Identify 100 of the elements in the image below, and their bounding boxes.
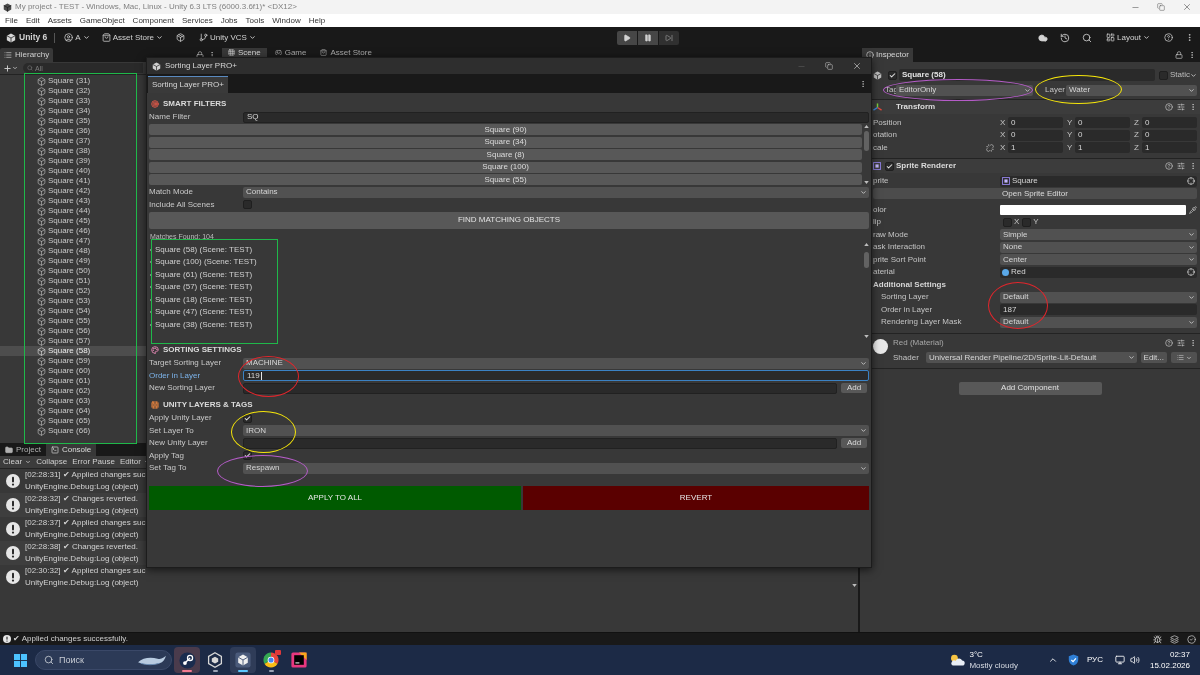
match-item[interactable]: Square (100) (Scene: TEST) [149, 256, 863, 269]
add-button[interactable]: Add [841, 438, 867, 448]
number-field[interactable]: 1 [1142, 142, 1197, 153]
dropdown[interactable]: Universal Render Pipeline/2D/Sprite-Lit-Default [926, 352, 1137, 363]
number-field[interactable]: 0 [1008, 129, 1063, 141]
more-icon[interactable] [859, 79, 867, 88]
toolbar-toggle[interactable]: Error Pause [72, 458, 115, 466]
search-box[interactable]: Поиск [35, 650, 172, 670]
add-button[interactable]: Add [841, 383, 867, 393]
checkbox[interactable] [1022, 217, 1032, 227]
log-message[interactable]: [02:30:32] ✔ Applied changes suc [25, 567, 146, 575]
menu-item[interactable]: Component [132, 16, 174, 25]
number-field[interactable]: 0 [1142, 129, 1197, 141]
panel-tab[interactable]: Game [268, 48, 313, 57]
cloud-icon[interactable] [1038, 32, 1048, 43]
toolbar-toggle[interactable]: Collapse [36, 458, 68, 466]
hierarchy-item[interactable]: Square (43) [0, 196, 146, 206]
monitor-icon[interactable] [1114, 655, 1125, 665]
hierarchy-item[interactable]: Square (35) [0, 116, 146, 126]
object-field[interactable]: Red [1000, 266, 1197, 278]
dropdown[interactable]: Water [1066, 84, 1197, 96]
vcs-dropdown[interactable]: Unity VCS [197, 30, 258, 45]
more-icon[interactable] [1185, 33, 1194, 42]
hierarchy-item[interactable]: Square (55) [0, 316, 146, 326]
bug-icon[interactable] [1153, 634, 1162, 644]
clock[interactable]: 02:37 15.02.2026 [1149, 649, 1190, 671]
help-icon[interactable] [1165, 162, 1173, 170]
menu-item[interactable]: Jobs [220, 16, 238, 25]
hierarchy-item[interactable]: Square (62) [0, 386, 146, 396]
number-field[interactable]: 0 [1075, 129, 1130, 141]
hierarchy-tab[interactable]: Hierarchy [0, 48, 54, 62]
list-dropdown[interactable] [1171, 352, 1197, 363]
hierarchy-item[interactable]: Square (66) [0, 426, 146, 436]
help-icon[interactable] [1165, 338, 1173, 347]
hierarchy-item[interactable]: Square (63) [0, 396, 146, 406]
name-field[interactable]: Square (58) [899, 69, 1155, 81]
find-button[interactable]: FIND MATCHING OBJECTS [149, 211, 869, 229]
text-field[interactable]: 119 [243, 370, 869, 381]
help-icon[interactable] [1165, 103, 1173, 111]
menu-item[interactable]: Help [308, 16, 326, 25]
checkbox[interactable] [885, 161, 894, 171]
number-field[interactable]: 187 [1000, 304, 1197, 315]
log-message[interactable]: [02:28:32] ✔ Changes reverted. [25, 495, 139, 503]
dropdown[interactable]: Respawn [243, 462, 869, 474]
target-icon[interactable] [1187, 177, 1195, 185]
inspector-tab[interactable]: Inspector [862, 48, 913, 62]
panel-tab[interactable]: Console [45, 444, 97, 456]
hierarchy-item[interactable]: Square (60) [0, 366, 146, 376]
panel-tab[interactable]: Scene [222, 48, 267, 57]
hierarchy-item[interactable]: Square (56) [0, 326, 146, 336]
unlink-icon[interactable] [986, 143, 994, 152]
apply-button[interactable]: APPLY TO ALL [149, 486, 521, 510]
suggestion-button[interactable]: Square (55) [149, 174, 862, 185]
more-icon[interactable] [1188, 51, 1196, 59]
dropdown[interactable]: Default [1000, 291, 1197, 303]
match-item[interactable]: Square (57) (Scene: TEST) [149, 281, 863, 294]
suggestion-button[interactable]: Square (90) [149, 124, 862, 135]
panel-tab[interactable]: Project [0, 444, 46, 456]
hierarchy-item[interactable]: Square (36) [0, 126, 146, 136]
dropdown[interactable]: Simple [1000, 229, 1197, 240]
hierarchy-item[interactable]: Square (53) [0, 296, 146, 306]
hierarchy-item[interactable]: Square (64) [0, 406, 146, 416]
match-item[interactable]: Square (18) (Scene: TEST) [149, 293, 863, 306]
match-item[interactable]: Square (58) (Scene: TEST) [149, 243, 863, 256]
taskbar-app-button[interactable] [174, 647, 200, 673]
hierarchy-item[interactable]: Square (58) [0, 346, 146, 356]
dropdown[interactable]: Default [1000, 316, 1197, 328]
menu-item[interactable]: Services [181, 16, 213, 25]
menu-item[interactable]: Window [272, 16, 301, 25]
menu-item[interactable]: Edit [25, 16, 40, 25]
hierarchy-item[interactable]: Square (44) [0, 206, 146, 216]
menu-item[interactable]: Assets [47, 16, 72, 25]
more-icon[interactable] [208, 51, 216, 59]
asset-store-dropdown[interactable]: Asset Store [99, 30, 166, 45]
suggestion-button[interactable]: Square (100) [149, 161, 862, 173]
match-item[interactable]: Square (47) (Scene: TEST) [149, 306, 863, 319]
window-tab[interactable]: Sorting Layer PRO+ [148, 76, 228, 93]
search-icon[interactable] [1082, 32, 1092, 43]
hierarchy-item[interactable]: Square (51) [0, 276, 146, 286]
dropdown[interactable]: EditorOnly [896, 84, 1033, 96]
hierarchy-item[interactable]: Square (46) [0, 226, 146, 236]
target-icon[interactable] [1187, 268, 1195, 276]
close-icon[interactable] [1182, 2, 1192, 12]
hierarchy-item[interactable]: Square (45) [0, 216, 146, 226]
layers-icon[interactable] [1170, 634, 1179, 644]
checkbox[interactable] [1003, 217, 1012, 227]
lock-icon[interactable] [1175, 51, 1183, 59]
scrollbar[interactable] [863, 124, 869, 185]
number-field[interactable]: 1 [1075, 142, 1130, 153]
dropdown[interactable]: Center [1000, 254, 1197, 265]
match-item[interactable]: Square (38) (Scene: TEST) [149, 318, 863, 331]
hierarchy-item[interactable]: Square (39) [0, 156, 146, 166]
log-message[interactable]: [02:28:37] ✔ Applied changes suc [25, 519, 146, 527]
revert-button[interactable]: REVERT [523, 486, 869, 510]
hierarchy-item[interactable]: Square (47) [0, 236, 146, 246]
more-icon[interactable] [1189, 103, 1197, 111]
maximize-icon[interactable] [825, 62, 833, 70]
settings-icon[interactable] [1177, 338, 1185, 347]
checkbox[interactable] [888, 70, 897, 80]
more-icon[interactable] [1189, 162, 1197, 170]
